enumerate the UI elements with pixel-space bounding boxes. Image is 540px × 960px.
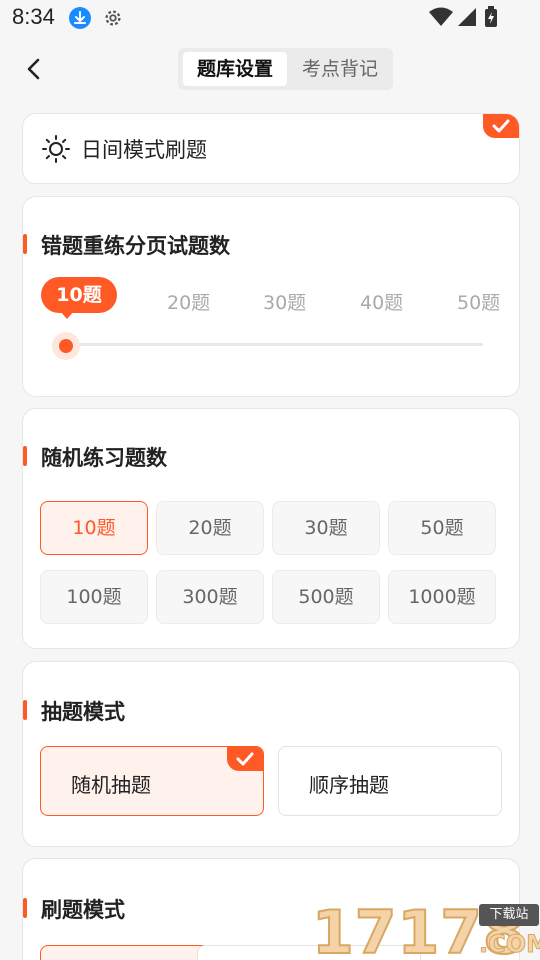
- count-chip-20[interactable]: 20题: [156, 501, 264, 555]
- draw-mode-card: 抽题模式 随机抽题 顺序抽题: [22, 661, 520, 847]
- wifi-icon: [429, 7, 453, 26]
- selected-value-bubble: 10题: [41, 277, 117, 313]
- page-size-slider-thumb[interactable]: [59, 339, 73, 353]
- draw-mode-sequential-button[interactable]: 顺序抽题: [278, 746, 502, 816]
- draw-mode-title: 抽题模式: [41, 700, 125, 724]
- wrong-practice-title: 错题重练分页试题数: [41, 234, 230, 258]
- signal-icon: [458, 8, 476, 26]
- gear-icon: [105, 10, 121, 26]
- brush-mode-card: 刷题模式: [22, 858, 520, 960]
- page-option-40[interactable]: 40题: [360, 288, 403, 315]
- draw-mode-random-label: 随机抽题: [71, 773, 151, 797]
- day-mode-label: 日间模式刷题: [81, 138, 207, 162]
- page-option-30[interactable]: 30题: [263, 288, 306, 315]
- brush-mode-title: 刷题模式: [41, 898, 125, 922]
- checked-badge: [227, 747, 263, 771]
- tab-switcher: 题库设置 考点背记: [178, 48, 393, 90]
- check-icon: [492, 119, 510, 133]
- draw-mode-sequential-label: 顺序抽题: [309, 773, 389, 797]
- count-chip-10[interactable]: 10题: [40, 501, 148, 555]
- count-chip-500[interactable]: 500题: [272, 570, 380, 624]
- page-option-20[interactable]: 20题: [167, 288, 210, 315]
- page-size-slider-track[interactable]: [65, 343, 483, 346]
- top-nav: 题库设置 考点背记: [0, 36, 540, 106]
- draw-mode-random-button[interactable]: 随机抽题: [40, 746, 264, 816]
- page-option-50[interactable]: 50题: [457, 288, 500, 315]
- section-marker: [23, 234, 27, 254]
- status-bar: 8:34: [0, 0, 540, 36]
- check-icon: [236, 752, 254, 766]
- count-chip-50[interactable]: 50题: [388, 501, 496, 555]
- back-arrow-icon[interactable]: [20, 54, 50, 84]
- count-chip-1000[interactable]: 1000题: [388, 570, 496, 624]
- day-mode-toggle[interactable]: 日间模式刷题: [22, 113, 520, 184]
- section-marker: [23, 898, 27, 918]
- checked-badge: [483, 114, 519, 138]
- bubble-tail: [60, 311, 74, 319]
- section-marker: [23, 700, 27, 720]
- random-practice-card: 随机练习题数 10题 20题 30题 50题 100题 300题 500题 10…: [22, 408, 520, 649]
- tab-key-points[interactable]: 考点背记: [290, 52, 390, 86]
- count-chip-30[interactable]: 30题: [272, 501, 380, 555]
- section-marker: [23, 446, 27, 466]
- brush-mode-option-2[interactable]: [197, 945, 421, 960]
- tab-question-bank-settings[interactable]: 题库设置: [183, 52, 287, 86]
- count-chip-100[interactable]: 100题: [40, 570, 148, 624]
- battery-icon: [485, 6, 497, 27]
- wrong-practice-card: 错题重练分页试题数 10题 20题 30题 40题 50题: [22, 196, 520, 397]
- download-icon: [69, 7, 91, 29]
- sun-icon: [42, 135, 70, 163]
- count-chip-300[interactable]: 300题: [156, 570, 264, 624]
- random-practice-title: 随机练习题数: [41, 446, 167, 470]
- status-time: 8:34: [12, 4, 55, 29]
